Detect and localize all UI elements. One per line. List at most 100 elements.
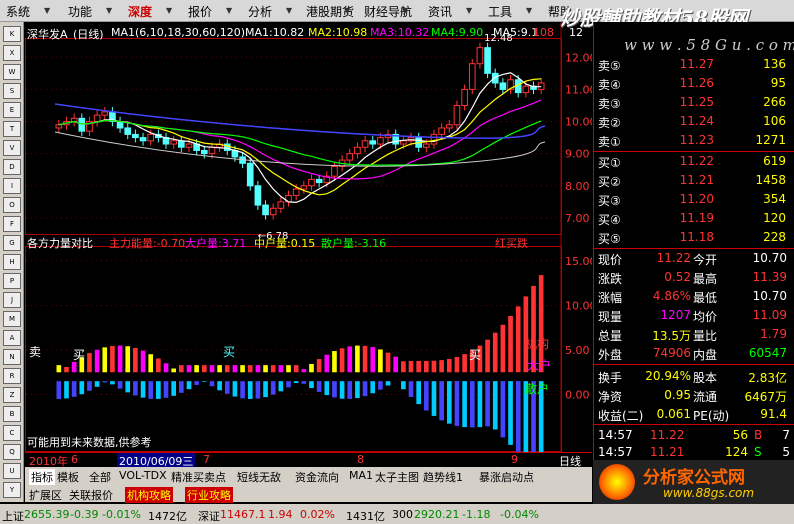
- price-panel-frame: [25, 38, 562, 235]
- quote-value: 11.22: [656, 251, 691, 265]
- quote-value: 11.09: [752, 308, 787, 322]
- candle-body: [139, 137, 147, 142]
- ma4-value: MA4:9.90: [431, 26, 484, 39]
- indicator-tab-1[interactable]: 模板: [57, 469, 79, 485]
- menu-4[interactable]: 分析: [248, 3, 272, 20]
- indicator-tab-2[interactable]: 全部: [89, 469, 111, 485]
- menu-0[interactable]: 系统: [6, 3, 30, 20]
- date-month-7: 7: [203, 453, 210, 466]
- toolbar-icon-0[interactable]: K: [3, 26, 21, 42]
- menu-1[interactable]: 功能: [68, 3, 92, 20]
- toolbar-icon-2[interactable]: W: [3, 64, 21, 80]
- toolbar-icon-12[interactable]: H: [3, 254, 21, 270]
- chart-area[interactable]: 12.0011.0010.009.008.007.001212.48←6.781…: [25, 22, 592, 452]
- quote-label: 现量: [598, 310, 623, 324]
- status-item-3: -0.01%: [102, 508, 141, 521]
- quote-value: 20.94%: [645, 369, 691, 383]
- quote-label: 外盘: [598, 348, 623, 362]
- toolbar-icon-5[interactable]: T: [3, 121, 21, 137]
- bid-row-2: 买② 11.21 1458: [594, 172, 794, 189]
- date-month-8: 8: [357, 453, 364, 466]
- menu-3[interactable]: 报价: [188, 3, 212, 20]
- ext-tab-2[interactable]: 机构攻略: [125, 487, 173, 503]
- tick-side: S: [754, 445, 762, 459]
- indicator-tab-9[interactable]: 趋势线1: [423, 469, 463, 485]
- extension-tabs: 扩展区 关联报价 机构攻略 行业攻略: [25, 485, 592, 503]
- quote-row-4: 总量 13.5万 量比 1.79: [594, 326, 794, 343]
- indicator-tab-10[interactable]: 暴涨启动点: [479, 469, 534, 485]
- toolbar-icon-4[interactable]: E: [3, 102, 21, 118]
- indicator-tab-0[interactable]: 指标: [29, 469, 55, 485]
- candle-body: [361, 140, 369, 148]
- ask-price: 11.25: [679, 95, 714, 109]
- tick-count: 7: [782, 428, 790, 442]
- status-item-4: 1472亿: [148, 510, 187, 523]
- candle-body: [178, 140, 185, 148]
- quote-row-8: 收益(二) 0.061 PE(动) 91.4: [594, 406, 794, 423]
- indicator-tab-4[interactable]: 精准买卖点: [171, 469, 226, 485]
- toolbar-icon-21[interactable]: C: [3, 425, 21, 441]
- indicator-tab-6[interactable]: 资金流向: [295, 469, 339, 485]
- indicator-tab-5[interactable]: 短线无敌: [237, 469, 281, 485]
- toolbar-icon-17[interactable]: N: [3, 349, 21, 365]
- candle-body: [400, 140, 407, 145]
- ask-price: 11.27: [679, 57, 714, 71]
- toolbar-icon-15[interactable]: M: [3, 311, 21, 327]
- toolbar-icon-22[interactable]: Q: [3, 444, 21, 460]
- ext-tab-1[interactable]: 关联报价: [69, 487, 113, 503]
- toolbar-icon-23[interactable]: U: [3, 463, 21, 479]
- candle-body: [308, 178, 315, 187]
- ask-row-3: 卖③ 11.25 266: [594, 94, 794, 111]
- candle-body: [300, 185, 308, 190]
- ext-tab-3[interactable]: 行业攻略: [185, 487, 233, 503]
- buy-mark: 买: [73, 348, 85, 362]
- candle-body: [453, 104, 461, 126]
- left-toolbar: KXWSETVDIOFGHPJMANRZBCQUY: [0, 22, 24, 502]
- ask-row-1: 卖① 11.23 1271: [594, 132, 794, 149]
- toolbar-icon-19[interactable]: Z: [3, 387, 21, 403]
- indicator-tab-7[interactable]: MA1: [349, 469, 373, 482]
- indicator-tab-8[interactable]: 太子主图: [375, 469, 419, 485]
- toolbar-icon-9[interactable]: O: [3, 197, 21, 213]
- ask-row-4: 卖④ 11.26 95: [594, 75, 794, 92]
- candle-body: [269, 207, 277, 216]
- logo-title: 分析家公式网: [643, 468, 745, 488]
- ma-params: MA1(6,10,18,30,60,120): [111, 26, 246, 39]
- ask-price: 11.24: [679, 114, 714, 128]
- menu-7[interactable]: 资讯: [428, 3, 452, 20]
- toolbar-icon-8[interactable]: I: [3, 178, 21, 194]
- quote-label: 换手: [598, 371, 623, 385]
- ext-tab-0[interactable]: 扩展区: [29, 487, 62, 503]
- ask-row-5: 卖⑤ 11.27 136: [594, 56, 794, 73]
- quote-value: 91.4: [760, 407, 787, 421]
- indicator-tab-3[interactable]: VOL-TDX: [119, 469, 167, 482]
- bid-price: 11.22: [679, 154, 714, 168]
- toolbar-icon-18[interactable]: R: [3, 368, 21, 384]
- toolbar-icon-13[interactable]: P: [3, 273, 21, 289]
- toolbar-icon-1[interactable]: X: [3, 45, 21, 61]
- mid-holder-value: 中户量:0.15: [254, 237, 316, 250]
- toolbar-icon-20[interactable]: B: [3, 406, 21, 422]
- ask-row-2: 卖② 11.24 106: [594, 113, 794, 130]
- toolbar-icon-3[interactable]: S: [3, 83, 21, 99]
- toolbar-icon-10[interactable]: F: [3, 216, 21, 232]
- toolbar-icon-11[interactable]: G: [3, 235, 21, 251]
- bid-volume: 1458: [755, 173, 786, 187]
- toolbar-icon-16[interactable]: A: [3, 330, 21, 346]
- toolbar-icon-24[interactable]: Y: [3, 482, 21, 498]
- quote-label: 净资: [598, 390, 623, 404]
- toolbar-icon-6[interactable]: V: [3, 140, 21, 156]
- quote-label: 涨跌: [598, 272, 623, 286]
- toolbar-icon-7[interactable]: D: [3, 159, 21, 175]
- divider: [594, 424, 794, 425]
- candle-body: [200, 149, 208, 155]
- bid-volume: 354: [763, 192, 786, 206]
- candle-body: [331, 166, 338, 177]
- menu-8[interactable]: 工具: [488, 3, 512, 20]
- status-item-5: 深证: [198, 510, 220, 523]
- candle-body: [522, 85, 530, 94]
- menu-2[interactable]: 深度: [128, 3, 152, 20]
- toolbar-icon-14[interactable]: J: [3, 292, 21, 308]
- bid-volume: 619: [763, 154, 786, 168]
- candle-body: [78, 117, 86, 132]
